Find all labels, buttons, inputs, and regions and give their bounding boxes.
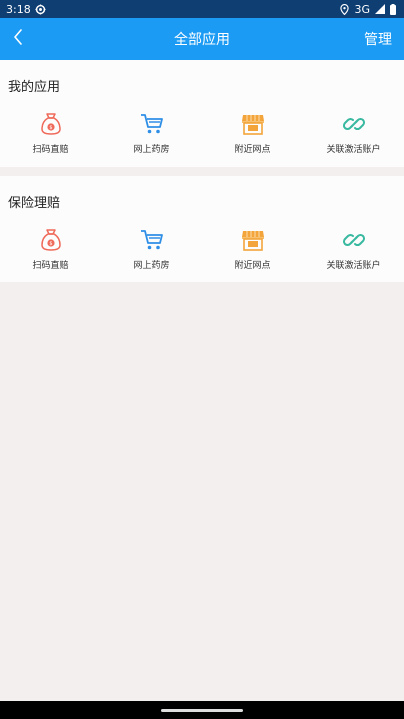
section-title: 保险理赔: [8, 196, 61, 211]
manage-button[interactable]: 管理: [364, 29, 392, 49]
section-insurance-claims: 保险理赔 $ 扫码直赔 网上药房 附近网点 关联激活账户: [0, 176, 404, 282]
link-icon: [342, 228, 366, 252]
svg-text:$: $: [49, 241, 52, 247]
link-icon: [342, 112, 366, 136]
shopping-cart-icon: [140, 228, 164, 252]
section-title: 我的应用: [8, 80, 61, 95]
app-label: 网上药房: [133, 145, 170, 155]
app-online-pharmacy[interactable]: 网上药房: [101, 228, 202, 274]
section-my-apps: 我的应用 $ 扫码直赔 网上药房 附近网点 关联激活账户: [0, 60, 404, 167]
network-type: 3G: [354, 2, 370, 16]
app-label: 附近网点: [234, 261, 271, 271]
money-bag-icon: $: [39, 228, 63, 252]
app-label: 扫码直赔: [32, 145, 69, 155]
chevron-left-icon: [13, 29, 23, 49]
gear-icon: [35, 3, 46, 15]
status-bar: 3:18 3G: [0, 0, 404, 18]
shopping-cart-icon: [140, 112, 164, 136]
location-icon: [340, 3, 350, 15]
app-online-pharmacy[interactable]: 网上药房: [101, 112, 202, 158]
app-scan-claim[interactable]: $ 扫码直赔: [0, 112, 101, 158]
app-link-account[interactable]: 关联激活账户: [303, 112, 404, 158]
app-bar: 全部应用 管理: [0, 18, 404, 60]
battery-icon: [390, 3, 396, 15]
system-nav-bar: [0, 701, 404, 719]
app-label: 关联激活账户: [326, 145, 381, 155]
app-label: 附近网点: [234, 145, 271, 155]
back-button[interactable]: [8, 28, 28, 50]
app-label: 网上药房: [133, 261, 170, 271]
app-nearby-outlets[interactable]: 附近网点: [202, 112, 303, 158]
app-scan-claim[interactable]: $ 扫码直赔: [0, 228, 101, 274]
store-icon: [241, 112, 265, 136]
app-grid: $ 扫码直赔 网上药房 附近网点 关联激活账户: [0, 228, 404, 274]
signal-icon: [375, 4, 385, 14]
app-link-account[interactable]: 关联激活账户: [303, 228, 404, 274]
money-bag-icon: $: [39, 112, 63, 136]
page-title: 全部应用: [174, 32, 230, 48]
app-label: 关联激活账户: [326, 261, 381, 271]
status-time: 3:18: [6, 2, 31, 16]
store-icon: [241, 228, 265, 252]
app-nearby-outlets[interactable]: 附近网点: [202, 228, 303, 274]
app-grid: $ 扫码直赔 网上药房 附近网点 关联激活账户: [0, 112, 404, 158]
home-indicator[interactable]: [161, 708, 243, 712]
svg-text:$: $: [49, 125, 52, 131]
app-label: 扫码直赔: [32, 261, 69, 271]
